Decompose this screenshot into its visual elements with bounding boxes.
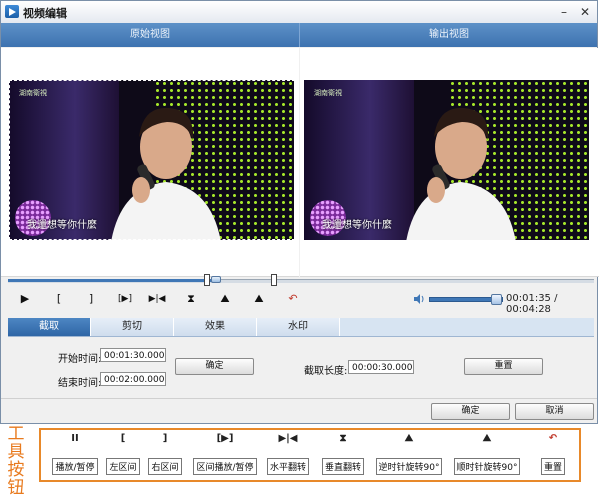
legend-label: 逆时针旋转90° xyxy=(375,458,443,475)
legend-label: 垂直翻转 xyxy=(321,458,364,475)
legend-label: 区间播放/暂停 xyxy=(193,458,257,475)
trim-confirm-button[interactable]: 确定 xyxy=(175,358,254,375)
toolbox-side-title: 工 具 按 钮 xyxy=(2,425,30,497)
timeline-slider[interactable] xyxy=(8,274,594,286)
legend-label: 右区间 xyxy=(148,458,182,475)
title-bar[interactable]: 视频编辑 – ✕ xyxy=(1,1,597,24)
rotate-cw-icon: ⛰ xyxy=(482,433,492,444)
side-title-char: 工 xyxy=(7,424,25,444)
end-time-label: 结束时间: xyxy=(58,378,102,389)
singer-image xyxy=(406,107,516,240)
reset-icon: ↶ xyxy=(548,433,558,444)
pause-icon: II xyxy=(71,433,79,444)
legend-item-left-range: [ 左区间 xyxy=(103,432,143,475)
rotate-ccw-button[interactable]: ⛰ xyxy=(215,291,235,307)
tab-trim[interactable]: 截取 xyxy=(8,318,91,336)
range-start-marker[interactable] xyxy=(204,274,210,286)
timeline-progress xyxy=(8,279,217,282)
cancel-button[interactable]: 取消 xyxy=(515,403,594,420)
minimize-button[interactable]: – xyxy=(555,4,573,20)
total-time: 00:04:28 xyxy=(506,304,551,315)
output-view-label: 输出视图 xyxy=(299,23,598,47)
channel-logo: 湖南衛視 xyxy=(314,89,342,97)
segment-play-icon: [▶] xyxy=(216,433,234,444)
length-label: 截取长度: xyxy=(304,366,348,377)
legend-label: 重置 xyxy=(540,458,565,475)
video-editor-window: 视频编辑 – ✕ 原始视图 输出视图 湖南衛視 我還想等你什麼 湖南衛視 我還想… xyxy=(0,0,599,424)
speaker-icon[interactable] xyxy=(413,293,425,305)
end-time-input[interactable]: 00:02:00.000 xyxy=(100,372,166,386)
legend-item-reset: ↶ 重置 xyxy=(533,432,573,475)
range-end-marker[interactable] xyxy=(271,274,277,286)
trim-form: 开始时间: 00:01:30.000 结束时间: 00:02:00.000 确定… xyxy=(8,337,594,397)
edit-tabs: 截取 剪切 效果 水印 xyxy=(8,318,594,337)
legend-label: 左区间 xyxy=(106,458,140,475)
legend-item-rotate-ccw: ⛰ 逆时针旋转90° xyxy=(371,432,447,475)
side-title-char: 钮 xyxy=(7,478,25,498)
output-video-frame: 湖南衛視 我還想等你什麼 xyxy=(304,80,589,240)
timeline-thumb[interactable] xyxy=(211,276,222,283)
time-separator: / xyxy=(554,293,558,304)
length-input[interactable]: 00:00:30.000 xyxy=(348,360,414,374)
flip-vertical-button[interactable]: ⧗ xyxy=(181,291,201,307)
original-view-label: 原始视图 xyxy=(130,29,170,40)
current-time: 00:01:35 xyxy=(506,293,551,304)
view-header: 原始视图 输出视图 xyxy=(1,23,597,47)
video-edit-icon xyxy=(5,5,19,18)
window-title: 视频编辑 xyxy=(23,7,67,20)
close-button[interactable]: ✕ xyxy=(576,4,594,20)
start-time-label: 开始时间: xyxy=(58,354,102,365)
legend-item-rotate-cw: ⛰ 顺时针旋转90° xyxy=(449,432,525,475)
legend-item-play-pause: II 播放/暂停 xyxy=(47,432,103,475)
footer-divider xyxy=(1,398,597,399)
tab-effect[interactable]: 效果 xyxy=(174,318,257,336)
left-bracket-icon: [ xyxy=(120,433,126,444)
output-view-panel: 湖南衛視 我還想等你什麼 xyxy=(300,48,599,277)
play-segment-button[interactable]: [▶] xyxy=(115,291,135,307)
set-right-button[interactable]: ] xyxy=(81,291,101,307)
side-title-char: 按 xyxy=(7,460,25,480)
legend-item-flip-h: ▶|◀ 水平翻转 xyxy=(263,432,313,475)
rotate-ccw-icon: ⛰ xyxy=(404,433,414,444)
tab-watermark[interactable]: 水印 xyxy=(257,318,340,336)
time-display: 00:01:35 / 00:04:28 xyxy=(506,293,597,315)
side-title-char: 具 xyxy=(7,442,25,462)
original-view-panel: 湖南衛視 我還想等你什麼 xyxy=(1,48,299,277)
volume-thumb[interactable] xyxy=(491,294,502,305)
play-button[interactable]: ▶ xyxy=(15,291,35,307)
legend-item-right-range: ] 右区间 xyxy=(145,432,185,475)
ok-button[interactable]: 确定 xyxy=(431,403,510,420)
toolbox-legend: II 播放/暂停 [ 左区间 ] 右区间 [▶] 区间播放/暂停 ▶|◀ 水平翻… xyxy=(39,428,581,482)
trim-reset-button[interactable]: 重置 xyxy=(464,358,543,375)
reset-view-button[interactable]: ↶ xyxy=(283,291,303,307)
legend-item-flip-v: ⧗ 垂直翻转 xyxy=(317,432,369,475)
flip-horizontal-button[interactable]: ▶|◀ xyxy=(147,291,167,307)
right-bracket-icon: ] xyxy=(162,433,168,444)
flip-horizontal-icon: ▶|◀ xyxy=(278,433,298,444)
legend-label: 水平翻转 xyxy=(266,458,309,475)
flip-vertical-icon: ⧗ xyxy=(339,433,347,444)
set-left-button[interactable]: [ xyxy=(49,291,69,307)
rotate-cw-button[interactable]: ⛰ xyxy=(249,291,269,307)
output-subtitle: 我還想等你什麼 xyxy=(322,220,392,231)
legend-label: 播放/暂停 xyxy=(52,458,98,475)
legend-label: 顺时针旋转90° xyxy=(453,458,521,475)
start-time-input[interactable]: 00:01:30.000 xyxy=(100,348,166,362)
tab-crop[interactable]: 剪切 xyxy=(91,318,174,336)
crop-rectangle[interactable] xyxy=(9,80,295,240)
legend-item-segment-play: [▶] 区间播放/暂停 xyxy=(189,432,261,475)
